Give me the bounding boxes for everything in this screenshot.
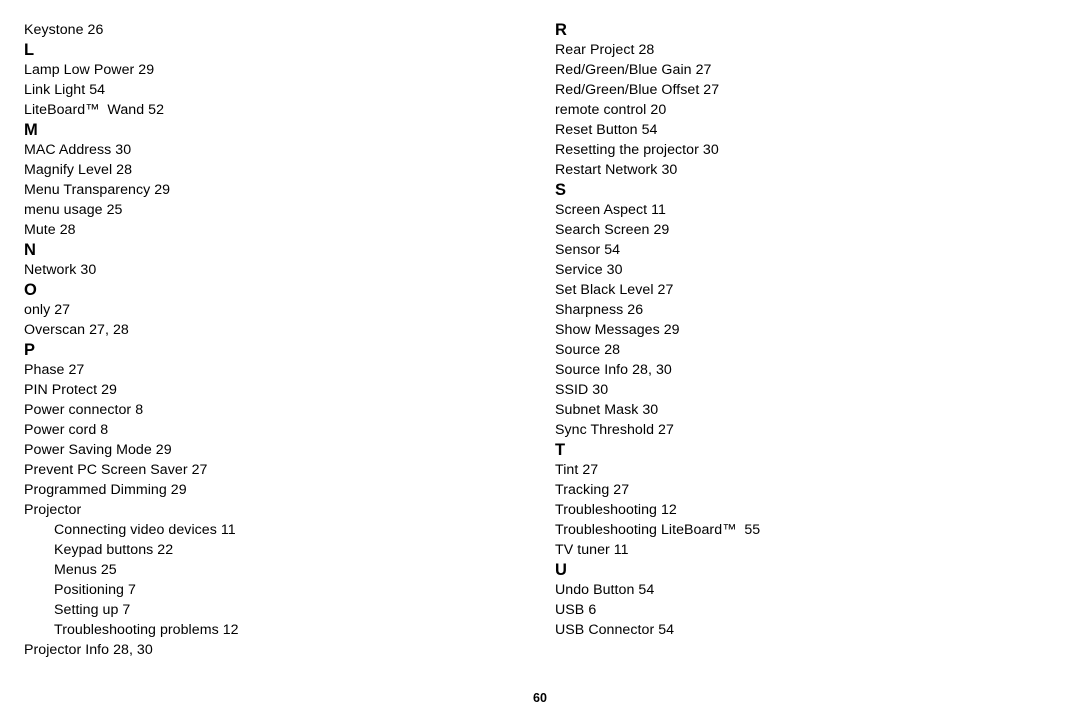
index-entry: USB Connector 54	[555, 622, 675, 638]
index-entry: Network 30	[24, 262, 97, 278]
index-entry: Reset Button 54	[555, 122, 658, 138]
index-columns: Keystone 26 L Lamp Low Power 29 Link Light …	[0, 20, 1080, 660]
index-entry: Troubleshooting 12	[555, 502, 677, 518]
index-entry: Service 30	[555, 262, 623, 278]
index-entry: Phase 27	[24, 362, 85, 378]
index-entry: Troubleshooting LiteBoard™ 55	[555, 522, 761, 538]
index-section-letter: R	[555, 21, 568, 39]
index-entry: LiteBoard™ Wand 52	[24, 102, 165, 118]
index-entry: Power Saving Mode 29	[24, 442, 172, 458]
index-subentry: Connecting video devices 11	[54, 522, 236, 538]
page-number: 60	[533, 691, 547, 705]
index-section-letter: P	[24, 341, 36, 359]
index-entry: Restart Network 30	[555, 162, 678, 178]
index-entry: Show Messages 29	[555, 322, 680, 338]
index-section-letter: U	[555, 561, 568, 579]
index-entry: Keystone 26	[24, 22, 104, 38]
index-column-left: Keystone 26 L Lamp Low Power 29 Link Light …	[0, 20, 520, 660]
index-entry: Resetting the projector 30	[555, 142, 719, 158]
index-entry: Magnify Level 28	[24, 162, 133, 178]
index-entry: Screen Aspect 11	[555, 202, 666, 218]
index-entry: Projector	[24, 502, 82, 518]
index-entry: Rear Project 28	[555, 42, 655, 58]
index-section-letter: M	[24, 121, 38, 139]
index-entry: Undo Button 54	[555, 582, 655, 598]
index-entry: USB 6	[555, 602, 597, 618]
index-entry: remote control 20	[555, 102, 667, 118]
index-subentry: Troubleshooting problems 12	[54, 622, 239, 638]
index-entry: SSID 30	[555, 382, 609, 398]
index-entry: Source Info 28, 30	[555, 362, 672, 378]
index-entry: Projector Info 28, 30	[24, 642, 153, 658]
index-subentry: Positioning 7	[54, 582, 136, 598]
index-entry: Menu Transparency 29	[24, 182, 171, 198]
index-entry: MAC Address 30	[24, 142, 132, 158]
index-subentry: Menus 25	[54, 562, 117, 578]
index-entry: Red/Green/Blue Offset 27	[555, 82, 720, 98]
index-subentry: Keypad buttons 22	[54, 542, 174, 558]
index-entry: Sensor 54	[555, 242, 621, 258]
index-entry: TV tuner 11	[555, 542, 629, 558]
index-entry: Power cord 8	[24, 422, 109, 438]
index-page: Keystone 26 L Lamp Low Power 29 Link Light …	[0, 0, 1080, 720]
index-entry: Prevent PC Screen Saver 27	[24, 462, 208, 478]
index-entry: PIN Protect 29	[24, 382, 117, 398]
index-entry: Search Screen 29	[555, 222, 670, 238]
index-section-letter: S	[555, 181, 567, 199]
index-subentry: Setting up 7	[54, 602, 131, 618]
index-entry: Power connector 8	[24, 402, 144, 418]
index-entry: Tracking 27	[555, 482, 630, 498]
index-entry: only 27	[24, 302, 71, 318]
index-section-letter: N	[24, 241, 37, 259]
index-entry: Programmed Dimming 29	[24, 482, 187, 498]
index-entry: Tint 27	[555, 462, 599, 478]
index-entry: Subnet Mask 30	[555, 402, 659, 418]
index-column-right: R Rear Project 28 Red/Green/Blue Gain 27 Re…	[520, 20, 1040, 660]
index-entry: Mute 28	[24, 222, 76, 238]
index-entry: Link Light 54	[24, 82, 106, 98]
index-entry: menu usage 25	[24, 202, 123, 218]
index-entry: Lamp Low Power 29	[24, 62, 155, 78]
index-entry: Overscan 27, 28	[24, 322, 129, 338]
index-section-letter: T	[555, 441, 566, 459]
index-entry: Sync Threshold 27	[555, 422, 674, 438]
index-entry: Set Black Level 27	[555, 282, 674, 298]
index-section-letter: O	[24, 281, 38, 299]
index-section-letter: L	[24, 41, 35, 59]
index-entry: Red/Green/Blue Gain 27	[555, 62, 712, 78]
index-entry: Sharpness 26	[555, 302, 644, 318]
index-entry: Source 28	[555, 342, 621, 358]
